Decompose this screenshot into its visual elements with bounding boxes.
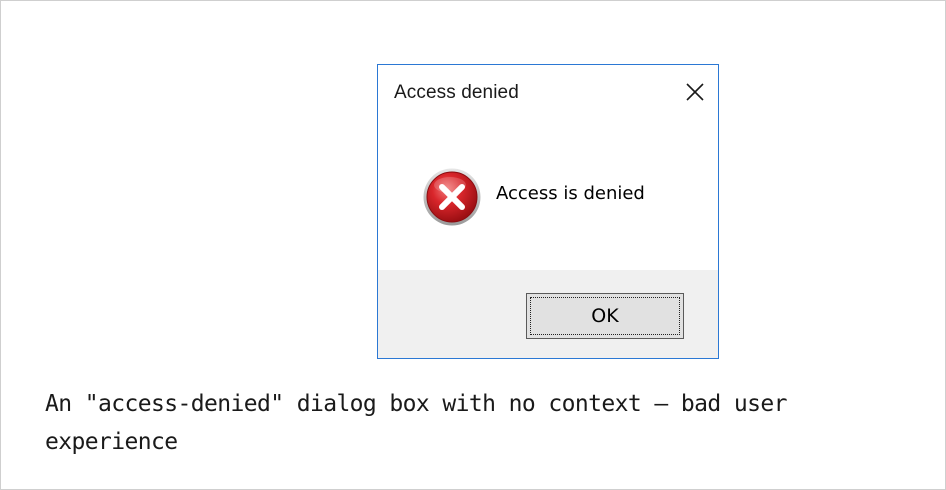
- dialog-button-bar: OK: [378, 270, 718, 358]
- dialog-title: Access denied: [394, 82, 519, 103]
- dialog-body: Access is denied: [378, 119, 718, 271]
- access-denied-dialog: Access denied Access is denied OK: [377, 64, 719, 359]
- close-icon: [686, 83, 704, 101]
- dialog-titlebar: Access denied: [378, 65, 718, 119]
- figure-frame: Access denied Access is denied OK An "ac…: [0, 0, 946, 490]
- error-icon: [423, 168, 481, 226]
- ok-button-label: OK: [591, 305, 619, 327]
- ok-button-focus-rect: OK: [530, 297, 680, 335]
- close-button[interactable]: [682, 79, 708, 105]
- dialog-message: Access is denied: [496, 183, 645, 204]
- figure-caption: An "access-denied" dialog box with no co…: [45, 391, 787, 455]
- ok-button[interactable]: OK: [526, 293, 684, 339]
